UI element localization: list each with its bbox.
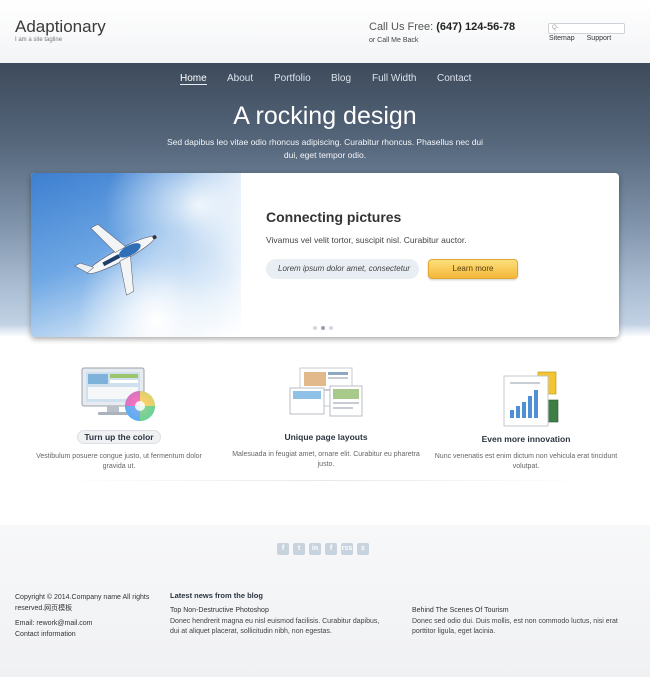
main-nav: Home About Portfolio Blog Full Width Con… xyxy=(0,73,650,87)
slide-fade xyxy=(181,173,261,337)
feature-desc: Vestibulum posuere congue justo, ut ferm… xyxy=(36,453,202,470)
news-heading: Latest news from the blog xyxy=(170,591,263,600)
site-tagline: I am a site tagline xyxy=(15,37,63,43)
contact-info-link[interactable]: Contact information xyxy=(15,629,93,640)
feature-desc: Malesuada in feugiat amet, ornare elit. … xyxy=(232,451,420,468)
page-layouts-icon xyxy=(289,367,363,417)
nav-item-portfolio[interactable]: Portfolio xyxy=(274,73,311,84)
hero-subtext: Sed dapibus leo vitae odio rhoncus adipi… xyxy=(166,137,484,160)
news-text: Donec hendrerit magna eu nisl euismod fa… xyxy=(170,618,380,635)
email-link[interactable]: Email: rework@mail.com xyxy=(15,618,93,629)
phone-number: (647) 124-56-78 xyxy=(436,21,516,33)
news-title[interactable]: Behind The Scenes Of Tourism xyxy=(412,606,627,616)
feature-title[interactable]: Even more innovation xyxy=(431,434,621,444)
support-link[interactable]: Support xyxy=(587,35,612,42)
slider-dot-active[interactable] xyxy=(321,326,325,330)
copyright: Copyright © 2014.Company name All rights… xyxy=(15,594,150,612)
content-divider xyxy=(60,480,590,481)
feature-desc: Nunc venenatis est enim dictum non vehic… xyxy=(434,453,618,470)
sitemap-link[interactable]: Sitemap xyxy=(549,35,575,42)
slide-text: Vivamus vel velit tortor, suscipit nisl.… xyxy=(266,235,467,245)
feature-innovation: Even more innovation Nunc venenatis est … xyxy=(431,368,621,472)
facebook-alt-icon[interactable]: f xyxy=(325,543,337,555)
call-me-back-link[interactable]: or Call Me Back xyxy=(369,37,418,44)
social-icons: f t in f rss s xyxy=(277,537,373,555)
top-links: Sitemap Support xyxy=(549,35,621,42)
nav-item-full-width[interactable]: Full Width xyxy=(372,73,416,84)
feature-color: Turn up the color Vestibulum posuere con… xyxy=(24,366,214,472)
search-input[interactable]: Q- xyxy=(548,23,625,34)
call-us: Call Us Free: (647) 124-56-78 xyxy=(369,21,515,33)
nav-item-about[interactable]: About xyxy=(227,73,253,84)
slide-caption-pill: Lorem ipsum dolor amet, consectetur xyxy=(266,259,419,279)
site-logo[interactable]: Adaptionary xyxy=(15,17,106,37)
feature-layouts: Unique page layouts Malesuada in feugiat… xyxy=(231,366,421,470)
slider-dot[interactable] xyxy=(329,326,333,330)
learn-more-button[interactable]: Learn more xyxy=(428,259,518,279)
nav-item-contact[interactable]: Contact xyxy=(437,73,471,84)
call-label: Call Us Free: xyxy=(369,21,434,33)
facebook-icon[interactable]: f xyxy=(277,543,289,555)
skype-icon[interactable]: s xyxy=(357,543,369,555)
linkedin-icon[interactable]: in xyxy=(309,543,321,555)
image-slider: Connecting pictures Vivamus vel velit to… xyxy=(31,173,619,337)
color-monitor-icon xyxy=(81,367,155,421)
news-text: Donec sed odio dui. Duis mollis, est non… xyxy=(412,618,618,635)
feature-title[interactable]: Turn up the color xyxy=(77,430,161,444)
nav-item-blog[interactable]: Blog xyxy=(331,73,351,84)
news-title[interactable]: Top Non-Destructive Photoshop xyxy=(170,606,385,616)
news-item: Behind The Scenes Of Tourism Donec sed o… xyxy=(412,606,627,637)
slider-dots xyxy=(313,317,337,335)
site-header: Adaptionary I am a site tagline Call Us … xyxy=(0,0,650,63)
slide-title: Connecting pictures xyxy=(266,209,402,225)
hero-headline: A rocking design xyxy=(233,102,417,130)
feature-title[interactable]: Unique page layouts xyxy=(231,432,421,442)
rss-icon[interactable]: rss xyxy=(341,543,353,555)
footer-contact: Email: rework@mail.com Contact informati… xyxy=(15,618,93,640)
slider-dot[interactable] xyxy=(313,326,317,330)
innovation-chart-icon xyxy=(503,371,559,427)
nav-item-home[interactable]: Home xyxy=(180,73,207,85)
news-item: Top Non-Destructive Photoshop Donec hend… xyxy=(170,606,385,637)
twitter-icon[interactable]: t xyxy=(293,543,305,555)
